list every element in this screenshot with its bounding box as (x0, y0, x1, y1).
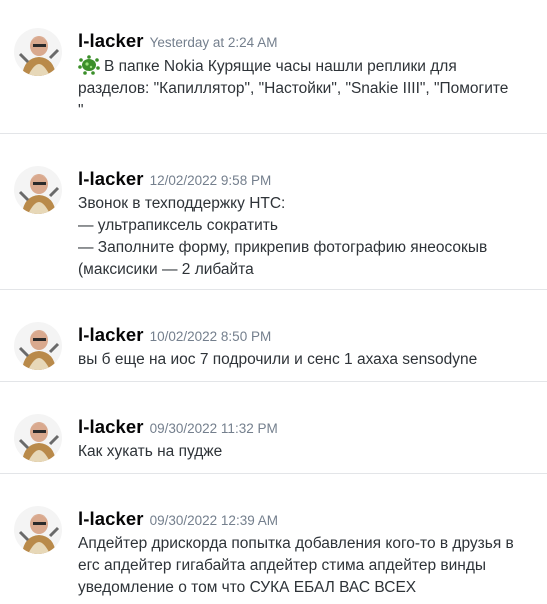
message-line: — ультрапиксель сократить (78, 217, 278, 234)
message-divider (0, 133, 547, 134)
message-line: разделов: "Капиллятор", "Настойки", "Sna… (78, 80, 509, 97)
message-header: l-lacker 10/02/2022 8:50 PM (78, 324, 271, 348)
avatar[interactable] (14, 28, 62, 76)
message-content: В папке Nokia Курящие часы нашли реплики… (78, 55, 536, 122)
message-line: Звонок в техподдержку HTC: (78, 195, 286, 212)
message-content: Звонок в техподдержку HTC: — ультрапиксе… (78, 193, 536, 281)
username[interactable]: l-lacker (78, 30, 144, 51)
message-line: егс апдейтер гигабайта апдейтер стима ап… (78, 557, 487, 574)
timestamp: 10/02/2022 8:50 PM (149, 329, 272, 344)
message-header: l-lacker 12/02/2022 9:58 PM (78, 168, 271, 192)
message-line: " (78, 102, 84, 119)
username[interactable]: l-lacker (78, 324, 144, 345)
message-divider (0, 473, 547, 474)
message-line: Как хукать на пудже (78, 443, 223, 460)
message-header: l-lacker 09/30/2022 11:32 PM (78, 416, 278, 440)
username[interactable]: l-lacker (78, 168, 144, 189)
message-line: Апдейтер дрискорда попытка добавления ко… (78, 535, 514, 552)
message-line: — Заполните форму, прикрепив фотографию … (78, 239, 488, 256)
message-line: вы б еще на иос 7 подрочили и сенс 1 аха… (78, 351, 478, 368)
timestamp: 12/02/2022 9:58 PM (149, 173, 272, 188)
timestamp: Yesterday at 2:24 AM (149, 35, 278, 50)
avatar[interactable] (14, 506, 62, 554)
username[interactable]: l-lacker (78, 508, 144, 529)
message-content: вы б еще на иос 7 подрочили и сенс 1 аха… (78, 349, 536, 371)
message-content: Апдейтер дрискорда попытка добавления ко… (78, 533, 536, 599)
message-line: В папке Nokia Курящие часы нашли реплики… (78, 55, 536, 78)
message-divider (0, 289, 547, 290)
message-divider (0, 381, 547, 382)
timestamp: 09/30/2022 12:39 AM (149, 513, 278, 528)
germ-emoji-icon (78, 55, 100, 75)
message-content: Как хукать на пудже (78, 441, 536, 463)
username[interactable]: l-lacker (78, 416, 144, 437)
avatar[interactable] (14, 322, 62, 370)
avatar[interactable] (14, 414, 62, 462)
avatar[interactable] (14, 166, 62, 214)
message-header: l-lacker 09/30/2022 12:39 AM (78, 508, 278, 532)
timestamp: 09/30/2022 11:32 PM (149, 421, 278, 436)
message-line: уведомление о том что СУКА ЕБАЛ ВАС ВСЕХ (78, 579, 417, 596)
message-header: l-lacker Yesterday at 2:24 AM (78, 30, 277, 54)
message-line: (максисики — 2 либайта (78, 261, 254, 278)
